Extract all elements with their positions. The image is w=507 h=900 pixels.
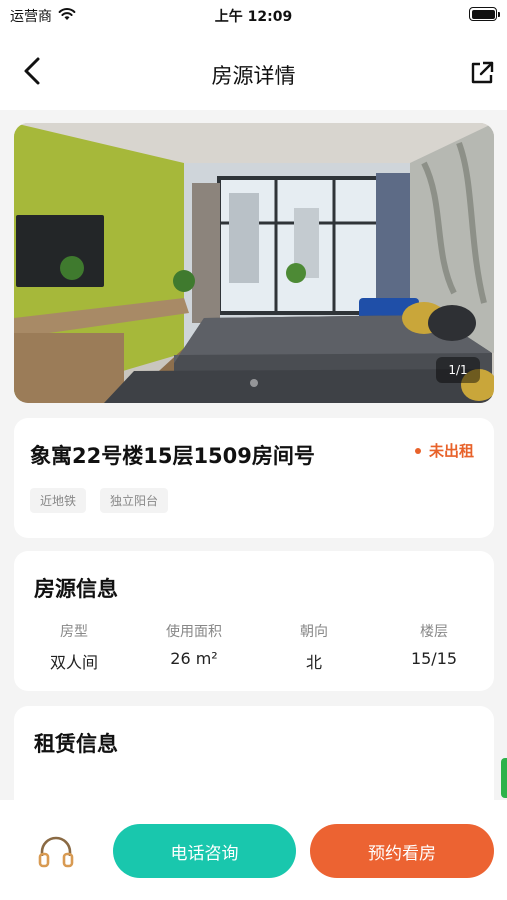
info-value: 26 m² (170, 649, 218, 668)
section-title-property: 房源信息 (34, 577, 118, 601)
info-label: 楼层 (420, 624, 448, 640)
info-item-room-type: 房型 双人间 (14, 621, 134, 673)
bottom-action-bar: 电话咨询 预约看房 (0, 800, 507, 900)
status-badge: 未出租 (414, 440, 474, 461)
info-item-orientation: 朝向 北 (254, 621, 374, 673)
headset-icon[interactable] (36, 832, 76, 872)
listing-card: 象寓22号楼15层1509房间号 未出租 近地铁 独立阳台 (14, 418, 494, 538)
share-icon[interactable] (469, 60, 495, 86)
tag: 独立阳台 (100, 488, 169, 513)
info-item-area: 使用面积 26 m² (134, 621, 254, 673)
listing-title: 象寓22号楼15层1509房间号 (30, 444, 315, 468)
info-value: 15/15 (410, 649, 458, 668)
gallery-counter: 1/1 (436, 357, 480, 383)
room-photo[interactable]: 1/1 (14, 123, 494, 403)
book-viewing-button[interactable]: 预约看房 (310, 824, 494, 878)
gallery-dot (250, 379, 258, 387)
status-dot (414, 447, 421, 454)
status-text: 未出租 (428, 442, 474, 460)
section-title-lease: 租赁信息 (34, 732, 118, 756)
info-item-floor: 楼层 15/15 (374, 621, 494, 673)
page-title: 房源详情 (211, 64, 296, 88)
info-value: 双人间 (49, 653, 98, 672)
nav-bar: 房源详情 (0, 30, 507, 110)
info-label: 朝向 (300, 624, 328, 640)
status-time: 上午 12:09 (214, 9, 293, 25)
side-tab[interactable] (501, 758, 507, 798)
tag-list: 近地铁 独立阳台 (30, 488, 169, 513)
room-photo-image (14, 123, 494, 403)
lease-info-card: 租赁信息 (14, 706, 494, 800)
status-bar: 运营商 上午 12:09 (0, 0, 507, 30)
info-label: 房型 (60, 624, 88, 640)
property-info-card: 房源信息 房型 双人间 使用面积 26 m² 朝向 北 楼层 15/15 (14, 551, 494, 691)
info-value: 北 (305, 653, 322, 672)
call-consult-button[interactable]: 电话咨询 (113, 824, 296, 878)
info-label: 使用面积 (166, 624, 222, 640)
battery-icon (469, 7, 500, 21)
property-info-grid: 房型 双人间 使用面积 26 m² 朝向 北 楼层 15/15 (14, 621, 494, 673)
tag: 近地铁 (30, 488, 87, 513)
